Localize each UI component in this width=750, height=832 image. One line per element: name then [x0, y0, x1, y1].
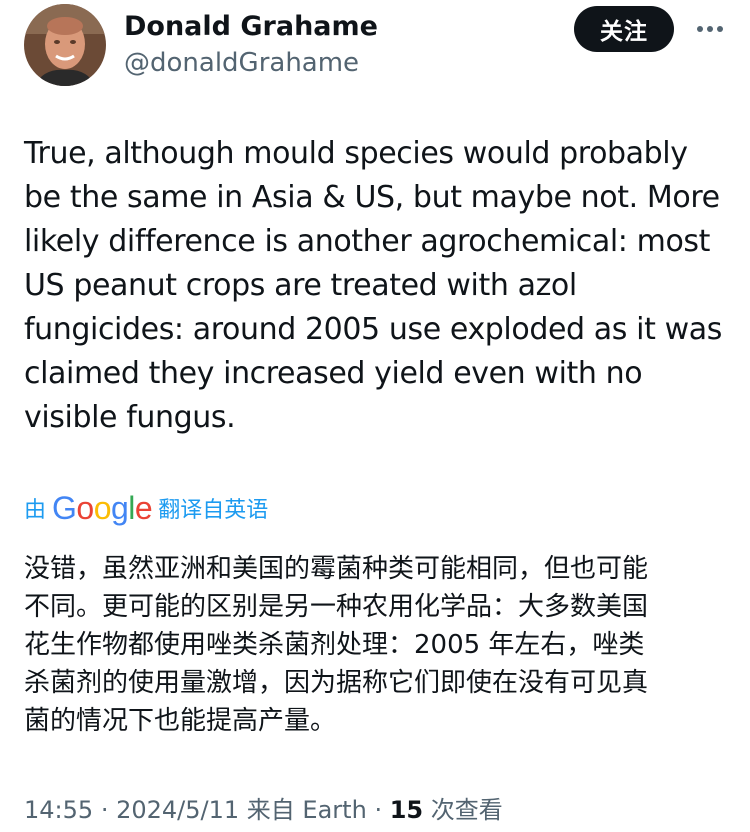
avatar-image	[24, 4, 106, 86]
google-logo-letter: g	[111, 490, 129, 526]
tweet-text-line: visible fungus.	[24, 400, 236, 435]
google-logo-letter: e	[134, 490, 153, 526]
author-display-name[interactable]: Donald Grahame	[124, 11, 378, 43]
translated-text-line: 菌的情况下也能提高产量。	[24, 706, 337, 736]
views-label: 次查看	[430, 796, 503, 824]
translation-suffix: 翻译自英语	[158, 498, 269, 523]
translated-text-line: 没错，虽然亚洲和美国的霉菌种类可能相同，但也可能	[24, 554, 649, 584]
more-horizontal-icon	[697, 26, 723, 32]
tweet-text-line: be the same in Asia & US, but maybe not.…	[24, 180, 720, 215]
translated-text: 没错，虽然亚洲和美国的霉菌种类可能相同，但也可能 不同。更可能的区别是另一种农用…	[24, 550, 724, 740]
tweet-date[interactable]: 2024/5/11	[116, 796, 239, 824]
tweet-text-line: likely difference is another agrochemica…	[24, 224, 711, 259]
tweet-meta: 14:55 · 2024/5/11 来自 Earth · 15 次查看	[24, 792, 503, 828]
translated-text-line: 杀菌剂的使用量激增，因为据称它们即使在没有可见真	[24, 668, 649, 698]
google-logo: Google	[52, 488, 153, 528]
translation-prefix: 由	[24, 498, 47, 523]
tweet-text-line: True, although mould species would proba…	[24, 136, 688, 171]
tweet-text-line: claimed they increased yield even with n…	[24, 356, 643, 391]
google-logo-letter: l	[128, 490, 135, 526]
tweet-text: True, although mould species would proba…	[24, 132, 724, 440]
translation-attribution[interactable]: 由 Google 翻译自英语	[24, 488, 268, 528]
more-options-button[interactable]	[690, 14, 730, 44]
translated-text-line: 花生作物都使用唑类杀菌剂处理：2005 年左右，唑类	[24, 630, 645, 660]
translated-text-line: 不同。更可能的区别是另一种农用化学品：大多数美国	[24, 592, 649, 622]
tweet-text-line: US peanut crops are treated with azol	[24, 268, 577, 303]
follow-button[interactable]: 关注	[574, 6, 674, 52]
tweet-time[interactable]: 14:55	[24, 796, 93, 824]
meta-separator: ·	[374, 796, 383, 824]
google-logo-letter: o	[76, 490, 94, 526]
google-logo-letter: G	[52, 490, 77, 526]
tweet-source: 来自 Earth	[246, 796, 367, 824]
meta-separator: ·	[100, 796, 109, 824]
avatar[interactable]	[24, 4, 106, 86]
tweet-text-line: fungicides: around 2005 use exploded as …	[24, 312, 722, 347]
views-count: 15	[389, 796, 424, 824]
google-logo-letter: o	[93, 490, 112, 526]
author-handle[interactable]: @donaldGrahame	[124, 47, 359, 79]
